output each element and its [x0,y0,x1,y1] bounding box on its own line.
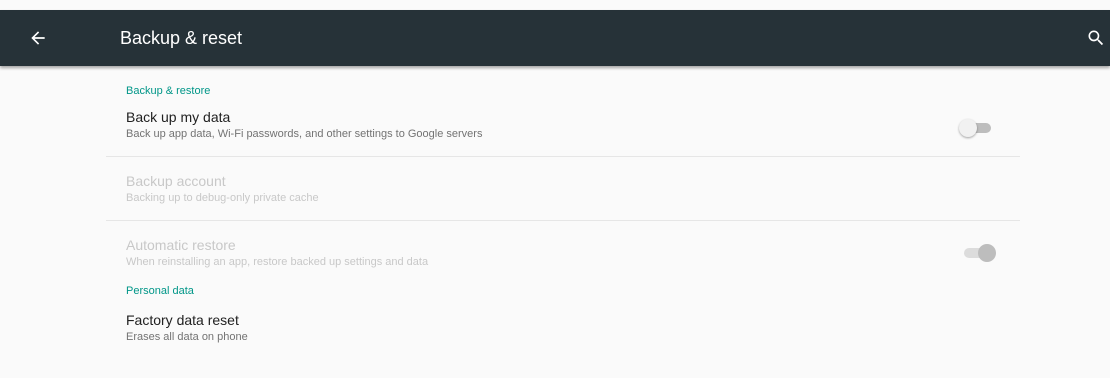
pref-title: Factory data reset [126,312,239,328]
toolbar: Backup & reset [0,10,1110,66]
pref-automatic-restore: Automatic restore When reinstalling an a… [106,221,1020,284]
category-personal-data: Personal data [126,285,194,297]
settings-app: Backup & reset Backup & restore Back up … [0,0,1110,378]
pref-summary: Erases all data on phone [126,331,248,343]
automatic-restore-switch [962,243,996,263]
search-icon[interactable] [1086,28,1106,48]
category-backup-restore: Backup & restore [126,85,211,97]
pref-title: Automatic restore [126,237,236,253]
page-title: Backup & reset [120,28,243,48]
arrow-back-icon[interactable] [28,28,48,48]
pref-factory-data-reset[interactable]: Factory data reset Erases all data on ph… [106,298,1020,343]
pref-title: Backup account [126,173,226,189]
pref-summary: Back up app data, Wi-Fi passwords, and o… [126,128,483,140]
pref-title: Back up my data [126,109,231,125]
backup-switch[interactable] [959,118,993,138]
switch-thumb [978,244,996,262]
pref-backup-account: Backup account Backing up to debug-only … [106,157,1020,220]
pref-back-up-my-data[interactable]: Back up my data Back up app data, Wi-Fi … [106,98,1020,156]
switch-thumb [959,119,977,137]
preference-list: Backup & restore Back up my data Back up… [106,66,1020,343]
pref-summary: When reinstalling an app, restore backed… [126,256,429,268]
pref-summary: Backing up to debug-only private cache [126,192,319,204]
